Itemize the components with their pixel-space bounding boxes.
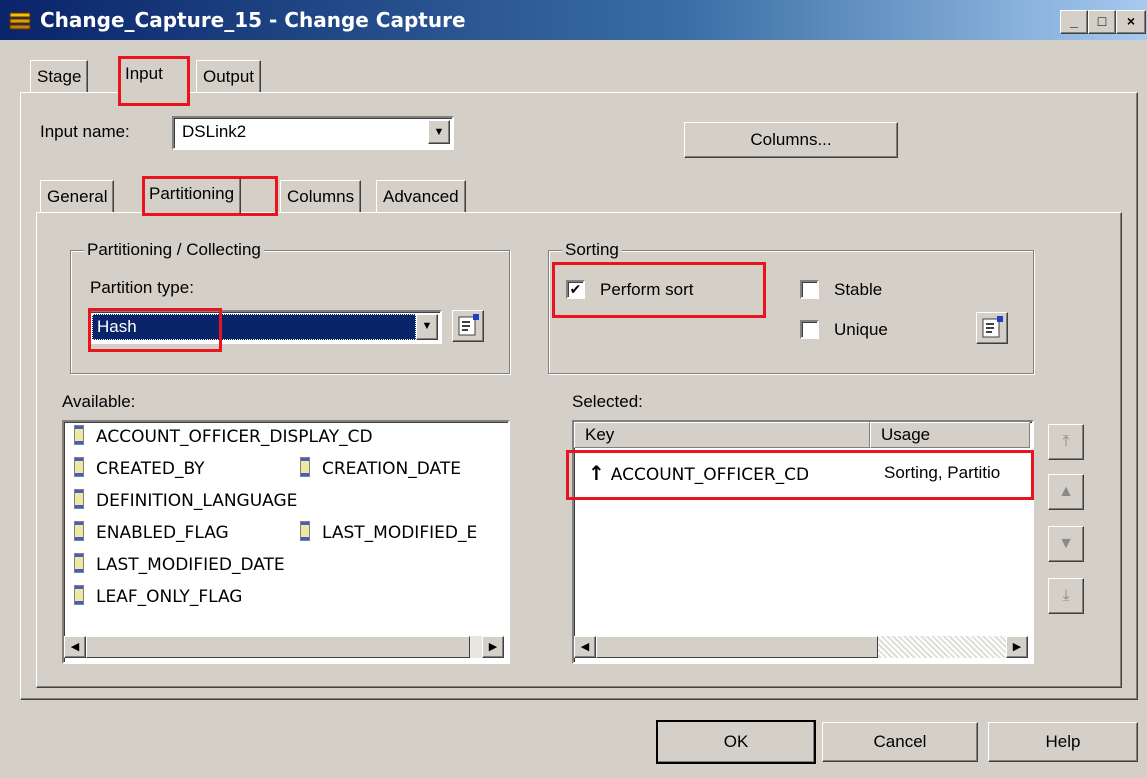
list-item-label: LAST_MODIFIED_E [322,523,478,543]
partition-type-dropdown[interactable]: Hash ▼ [88,310,442,344]
list-item-label: CREATION_DATE [322,459,461,479]
list-item-label: CREATED_BY [96,459,205,479]
input-name-label: Input name: [40,122,130,141]
partition-type-label: Partition type: [90,278,194,297]
subtab-general[interactable]: General [40,180,115,213]
ok-button-label: OK [723,732,749,751]
perform-sort-checkbox[interactable]: ✔ [566,280,585,299]
sort-properties-button[interactable] [976,312,1008,344]
selected-list[interactable]: Key Usage ↑ ACCOUNT_OFFICER_CD Sorting, P… [572,420,1034,664]
maximize-button[interactable]: □ [1088,10,1116,34]
subtab-columns[interactable]: Columns [280,180,362,213]
properties-icon [982,316,1003,338]
column-icon [74,521,84,541]
list-item[interactable]: LAST_MODIFIED_E [300,520,496,546]
column-icon [74,457,84,477]
input-name-value: DSLink2 [182,122,247,141]
minimize-button[interactable]: _ [1060,10,1088,34]
list-item-label: ENABLED_FLAG [96,523,229,543]
scroll-right-icon[interactable]: ▶ [1006,636,1028,658]
column-icon [300,521,310,541]
column-icon [300,457,310,477]
stage-app-icon [9,12,31,30]
move-up-icon[interactable]: ▲ [1048,474,1084,510]
key-cell: ACCOUNT_OFFICER_CD [610,465,810,485]
scroll-left-icon[interactable]: ◀ [64,636,86,658]
tab-output-label: Output [203,67,255,86]
list-item[interactable]: ENABLED_FLAG [74,520,229,546]
column-header-key[interactable]: Key [574,422,870,448]
scroll-thumb[interactable] [86,636,470,658]
available-list[interactable]: ACCOUNT_OFFICER_DISPLAY_CD CREATED_BY CR… [62,420,510,664]
move-to-top-icon[interactable]: ⤒ [1048,424,1084,460]
list-item[interactable]: DEFINITION_LANGUAGE [74,488,297,514]
columns-button-label: Columns... [750,130,832,149]
close-button[interactable]: × [1116,10,1146,34]
unique-label: Unique [834,320,888,339]
input-name-dropdown[interactable]: DSLink2 ▼ [172,116,454,150]
subtab-advanced[interactable]: Advanced [376,180,466,213]
stable-label: Stable [834,280,883,299]
cancel-button[interactable]: Cancel [822,722,978,762]
chevron-down-icon[interactable]: ▼ [428,120,450,144]
subtab-general-label: General [47,187,108,206]
sort-ascending-icon: ↑ [588,461,605,485]
list-item[interactable]: ACCOUNT_OFFICER_DISPLAY_CD [74,424,373,450]
subtab-columns-label: Columns [287,187,355,206]
perform-sort-label: Perform sort [600,280,694,299]
partition-type-value: Hash [92,314,416,340]
tab-input-label: Input [125,64,163,83]
chevron-down-icon[interactable]: ▼ [416,314,438,340]
column-icon [74,585,84,605]
ok-button[interactable]: OK [656,720,816,764]
column-icon [74,425,84,445]
subtab-advanced-label: Advanced [383,187,459,206]
list-item-label: LEAF_ONLY_FLAG [96,587,243,607]
partition-properties-button[interactable] [452,310,484,342]
help-button-label: Help [1045,732,1081,751]
list-item-label: DEFINITION_LANGUAGE [96,491,298,511]
column-header-usage[interactable]: Usage [870,422,1030,448]
scroll-left-icon[interactable]: ◀ [574,636,596,658]
list-item[interactable]: LAST_MODIFIED_DATE [74,552,285,578]
available-hscrollbar[interactable]: ◀ ▶ [64,636,504,658]
tab-stage-label: Stage [37,67,82,86]
selected-hscrollbar[interactable]: ◀ ▶ [574,636,1028,658]
sorting-groupbox [548,250,1034,374]
scroll-right-icon[interactable]: ▶ [482,636,504,658]
column-icon [74,489,84,509]
columns-button[interactable]: Columns... [684,122,898,158]
partitioning-group-title: Partitioning / Collecting [84,240,264,260]
check-icon: ✔ [569,281,582,297]
table-row[interactable]: ↑ ACCOUNT_OFFICER_CD Sorting, Partitio [588,460,1028,486]
cancel-button-label: Cancel [873,732,927,751]
column-icon [74,553,84,573]
tab-stage[interactable]: Stage [30,60,89,93]
list-item[interactable]: LEAF_ONLY_FLAG [74,584,242,610]
unique-checkbox[interactable] [800,320,819,339]
available-label: Available: [62,392,136,411]
list-item[interactable]: CREATED_BY [74,456,205,482]
sorting-group-title: Sorting [562,240,622,260]
properties-icon [458,314,479,336]
tab-input[interactable]: Input [118,56,190,93]
list-item[interactable]: CREATION_DATE [300,456,461,482]
tab-output[interactable]: Output [196,60,262,93]
usage-cell: Sorting, Partitio [884,463,1001,482]
subtab-partitioning[interactable]: Partitioning [142,176,242,213]
scroll-thumb[interactable] [596,636,878,658]
list-item-label: LAST_MODIFIED_DATE [96,555,285,575]
move-to-bottom-icon[interactable]: ⤓ [1048,578,1084,614]
stable-checkbox[interactable] [800,280,819,299]
help-button[interactable]: Help [988,722,1138,762]
move-down-icon[interactable]: ▼ [1048,526,1084,562]
list-item-label: ACCOUNT_OFFICER_DISPLAY_CD [96,427,373,447]
selected-label: Selected: [572,392,643,411]
window-title: Change_Capture_15 - Change Capture [40,8,466,32]
subtab-partitioning-label: Partitioning [149,184,235,203]
